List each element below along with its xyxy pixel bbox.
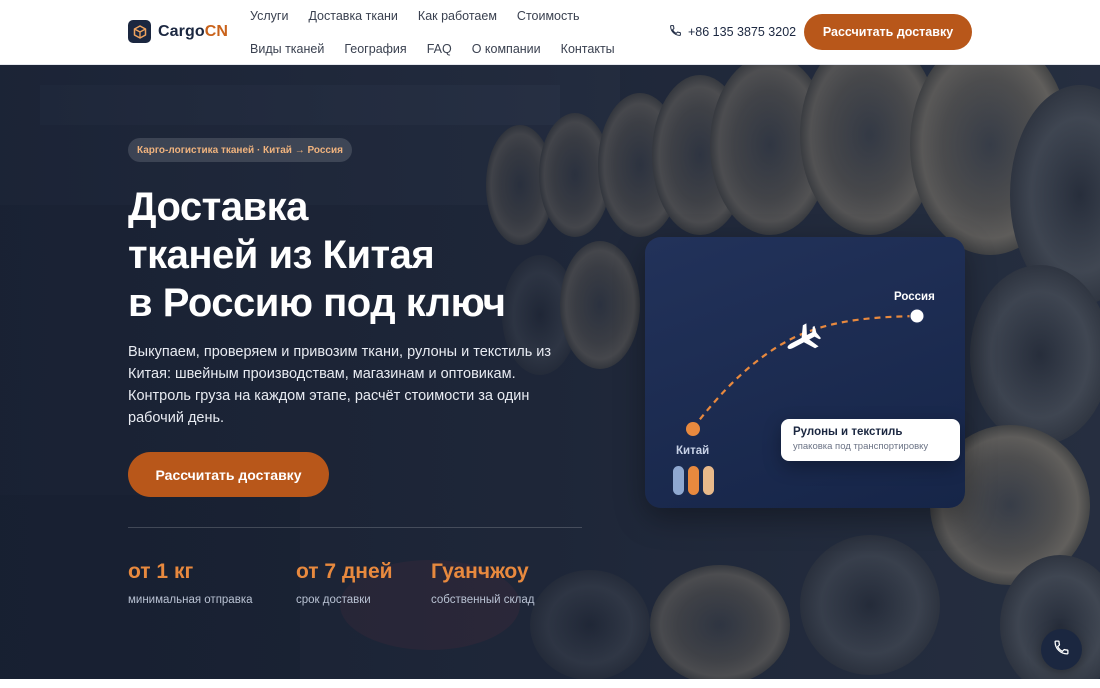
nav-item-fabric-types[interactable]: Виды тканей (250, 41, 324, 57)
phone-number: +86 135 3875 3202 (688, 25, 797, 39)
hero-title: Доставка тканей из Китая в Россию под кл… (128, 183, 608, 327)
origin-dot (686, 422, 700, 436)
nav-item-geography[interactable]: География (344, 41, 406, 57)
stat-label: минимальная отправка (128, 594, 253, 606)
hero-title-line-3: в Россию под ключ (128, 281, 506, 325)
hero-description: Выкупаем, проверяем и привозим ткани, ру… (128, 344, 552, 426)
stat-label: срок доставки (296, 594, 371, 606)
page-bottom-edge (0, 679, 1100, 688)
fabric-bar (688, 466, 699, 495)
phone-icon (1053, 639, 1070, 661)
hero-section: Карго-логистика тканей · Китай → Россия … (0, 65, 1100, 680)
info-subtitle: упаковка под транспортировку (793, 441, 929, 452)
nav-row-2: Виды тканей География FAQ О компании Кон… (250, 41, 635, 57)
stat-min-weight: от 1 кг минимальная отправка (128, 560, 253, 606)
fabric-bar (703, 466, 714, 495)
box-icon (128, 20, 151, 43)
nav-item-faq[interactable]: FAQ (427, 41, 452, 57)
hero-calculate-button[interactable]: Рассчитать доставку (128, 452, 329, 497)
info-card: Рулоны и текстиль упаковка под транспорт… (781, 419, 960, 461)
destination-label: Россия (894, 291, 935, 303)
hero-title-line-1: Доставка (128, 185, 308, 229)
logo-text: CargoCN (158, 23, 228, 41)
site-header: CargoCN Услуги Доставка ткани Как работа… (0, 0, 1100, 65)
stat-value: от 1 кг (128, 560, 194, 583)
stat-delivery-time: от 7 дней срок доставки (296, 560, 393, 606)
nav-item-contacts[interactable]: Контакты (561, 41, 615, 57)
destination-dot (909, 308, 925, 324)
phone-icon (669, 24, 682, 40)
logo-name-main: Cargo (158, 22, 205, 40)
hero-badge: Карго-логистика тканей · Китай → Россия (128, 138, 352, 162)
origin-label: Китай (676, 445, 710, 457)
nav-item-about[interactable]: О компании (472, 41, 541, 57)
nav-item-services[interactable]: Услуги (250, 8, 288, 24)
stat-value: от 7 дней (296, 560, 393, 583)
airplane-icon (787, 323, 822, 349)
fabric-bar (673, 466, 684, 495)
info-title: Рулоны и текстиль (793, 426, 903, 438)
logo-name-accent: CN (204, 22, 229, 40)
stat-value: Гуанчжоу (431, 560, 529, 583)
floating-call-button[interactable] (1041, 629, 1082, 670)
stat-label: собственный склад (431, 594, 535, 606)
hero-divider (128, 527, 582, 528)
header-calculate-button[interactable]: Рассчитать доставку (804, 14, 972, 50)
logo[interactable]: CargoCN (128, 20, 228, 43)
nav-row-1: Услуги Доставка ткани Как работаем Стоим… (250, 8, 600, 24)
nav-item-pricing[interactable]: Стоимость (517, 8, 580, 24)
fabric-bars (673, 466, 714, 495)
nav-item-how-we-work[interactable]: Как работаем (418, 8, 497, 24)
hero-title-line-2: тканей из Китая (128, 233, 435, 277)
route-map-card: Россия Китай (645, 237, 965, 508)
stat-warehouse: Гуанчжоу собственный склад (431, 560, 534, 606)
nav-item-fabric-delivery[interactable]: Доставка ткани (308, 8, 397, 24)
header-phone[interactable]: +86 135 3875 3202 (669, 24, 796, 40)
